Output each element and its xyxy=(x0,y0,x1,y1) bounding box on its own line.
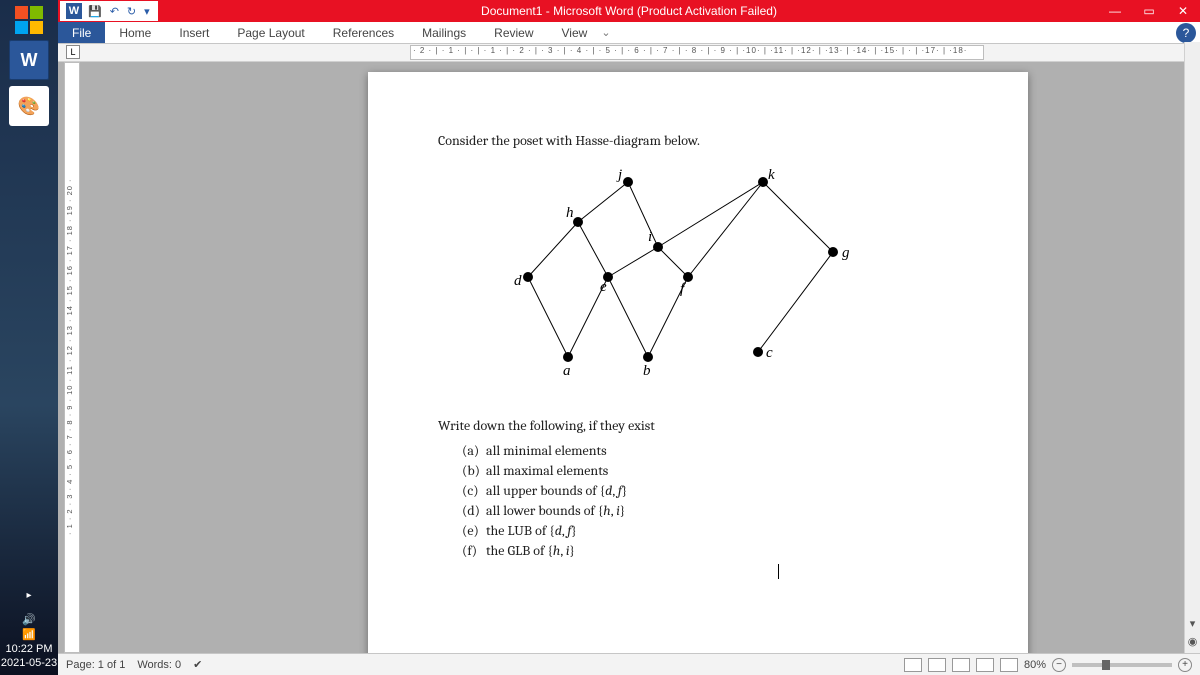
list-item: (f)the GLB of {h, i} xyxy=(462,542,958,559)
hasse-diagram: a b c d e f g h i j k xyxy=(508,167,888,387)
taskbar-word-icon[interactable]: W xyxy=(9,40,49,80)
node-e: e xyxy=(600,279,607,295)
qat-customize-button[interactable]: ▾ xyxy=(142,5,152,18)
zoom-slider[interactable] xyxy=(1072,663,1172,667)
tab-references[interactable]: References xyxy=(319,22,408,43)
taskbar-paint-icon[interactable]: 🎨 xyxy=(9,86,49,126)
horizontal-ruler-row: L · 2 · | · 1 · | · | · 1 · | · 2 · | · … xyxy=(58,44,1200,62)
tab-view[interactable]: View xyxy=(548,22,602,43)
qat-save-button[interactable]: 💾 xyxy=(86,5,104,18)
ribbon-collapse-icon[interactable]: ⌄ xyxy=(601,26,610,39)
horizontal-ruler[interactable]: · 2 · | · 1 · | · | · 1 · | · 2 · | · 3 … xyxy=(410,45,984,60)
scroll-down-icon[interactable]: ▾ xyxy=(1185,615,1200,631)
view-web-button[interactable] xyxy=(952,658,970,672)
zoom-out-button[interactable]: − xyxy=(1052,658,1066,672)
qat-redo-button[interactable]: ↻ xyxy=(125,5,138,18)
quick-access-toolbar: W 💾 ↶ ↻ ▾ xyxy=(60,1,158,21)
doc-prompt-text: Write down the following, if they exist xyxy=(438,417,958,434)
list-item: (e)the LUB of {d, f} xyxy=(462,522,958,539)
tab-review[interactable]: Review xyxy=(480,22,547,43)
list-item: (b)all maximal elements xyxy=(462,462,958,479)
tray-speaker-icon[interactable]: 🔊 xyxy=(0,613,58,626)
zoom-level[interactable]: 80% xyxy=(1024,659,1046,671)
list-item: (a)all minimal elements xyxy=(462,442,958,459)
tab-page-layout[interactable]: Page Layout xyxy=(223,22,318,43)
ribbon-tabs: File Home Insert Page Layout References … xyxy=(58,22,1200,44)
node-c: c xyxy=(766,345,773,361)
node-b: b xyxy=(643,363,651,379)
tray-wifi-icon[interactable]: 📶 xyxy=(0,628,58,641)
vertical-scrollbar[interactable]: ▾ ◉ xyxy=(1184,42,1200,653)
tab-home[interactable]: Home xyxy=(105,22,165,43)
titlebar: W 💾 ↶ ↻ ▾ Document1 - Microsoft Word (Pr… xyxy=(58,0,1200,22)
view-draft-button[interactable] xyxy=(1000,658,1018,672)
node-j: j xyxy=(616,167,622,183)
tab-insert[interactable]: Insert xyxy=(165,22,223,43)
view-print-layout-button[interactable] xyxy=(904,658,922,672)
tab-mailings[interactable]: Mailings xyxy=(408,22,480,43)
doc-intro-text: Consider the poset with Hasse-diagram be… xyxy=(438,132,958,149)
tab-file[interactable]: File xyxy=(58,22,105,43)
view-fullscreen-button[interactable] xyxy=(928,658,946,672)
node-h: h xyxy=(566,205,574,221)
minimize-button[interactable]: — xyxy=(1098,0,1132,22)
status-page[interactable]: Page: 1 of 1 xyxy=(66,659,125,671)
node-k: k xyxy=(768,167,775,183)
node-d: d xyxy=(514,273,522,289)
document-workspace: · 1 · 2 · 3 · 4 · 5 · 6 · 7 · 8 · 9 · 10… xyxy=(58,62,1200,653)
word-logo-icon: W xyxy=(66,3,82,19)
system-tray: 🔊 📶 10:22 PM 2021-05-23 xyxy=(0,607,58,675)
tray-time[interactable]: 10:22 PM xyxy=(0,643,58,655)
help-button[interactable]: ? xyxy=(1176,23,1196,43)
question-list: (a)all minimal elements (b)all maximal e… xyxy=(438,442,958,559)
view-outline-button[interactable] xyxy=(976,658,994,672)
scroll-object-icon[interactable]: ◉ xyxy=(1185,633,1200,649)
tray-date[interactable]: 2021-05-23 xyxy=(0,657,58,669)
document-page[interactable]: Consider the poset with Hasse-diagram be… xyxy=(368,72,1028,653)
window-title: Document1 - Microsoft Word (Product Acti… xyxy=(481,4,777,18)
tab-stop-selector[interactable]: L xyxy=(66,45,80,59)
tray-expand-icon[interactable]: ▸ xyxy=(26,590,31,601)
statusbar: Page: 1 of 1 Words: 0 ✔ 80% − + xyxy=(58,653,1200,675)
node-i: i xyxy=(648,229,652,245)
start-button[interactable] xyxy=(15,6,43,34)
vertical-ruler[interactable]: · 1 · 2 · 3 · 4 · 5 · 6 · 7 · 8 · 9 · 10… xyxy=(64,62,80,653)
close-button[interactable]: ✕ xyxy=(1166,0,1200,22)
node-g: g xyxy=(842,245,850,261)
list-item: (c)all upper bounds of {d, f} xyxy=(462,482,958,499)
word-window: W 💾 ↶ ↻ ▾ Document1 - Microsoft Word (Pr… xyxy=(58,0,1200,675)
list-item: (d)all lower bounds of {h, i} xyxy=(462,502,958,519)
text-cursor xyxy=(778,564,779,579)
zoom-in-button[interactable]: + xyxy=(1178,658,1192,672)
status-spellcheck-icon[interactable]: ✔ xyxy=(193,658,202,671)
status-words[interactable]: Words: 0 xyxy=(137,659,181,671)
taskbar: W 🎨 ▸ 🔊 📶 10:22 PM 2021-05-23 xyxy=(0,0,58,675)
maximize-button[interactable]: ▭ xyxy=(1132,0,1166,22)
qat-undo-button[interactable]: ↶ xyxy=(108,5,121,18)
node-a: a xyxy=(563,363,571,379)
